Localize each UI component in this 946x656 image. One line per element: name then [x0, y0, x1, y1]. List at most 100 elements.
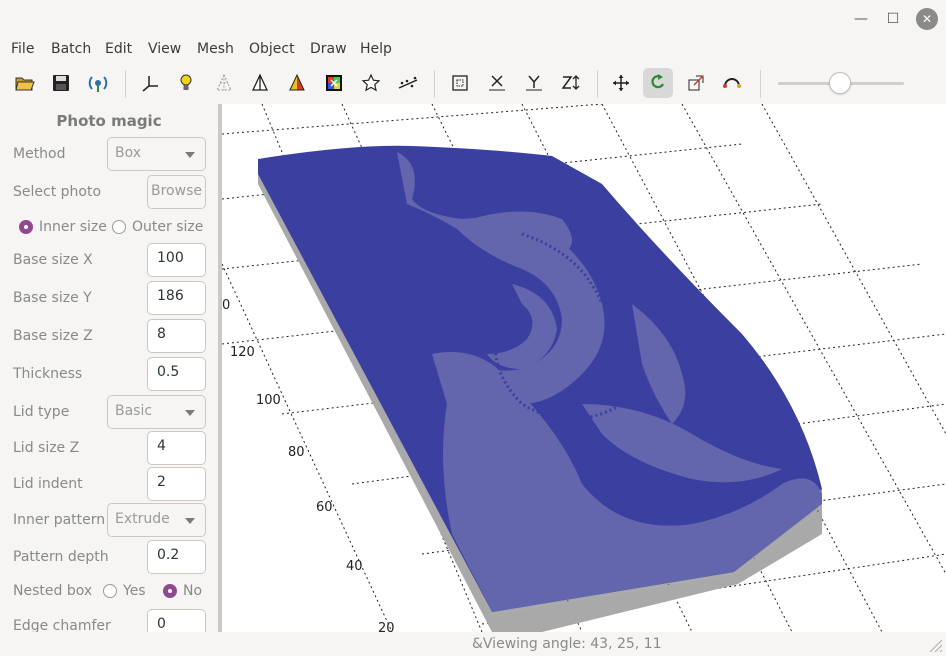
status-bar: &Viewing angle: 43, 25, 11: [0, 632, 946, 656]
network-button[interactable]: [83, 68, 113, 98]
minimize-button[interactable]: —: [850, 8, 872, 30]
axis-tick: 40: [346, 559, 363, 574]
minimize-icon: —: [854, 11, 868, 27]
menu-mesh[interactable]: Mesh: [197, 41, 234, 57]
lid-type-select[interactable]: Basic: [107, 395, 206, 429]
nested-yes-label: Yes: [123, 583, 146, 599]
base-z-field[interactable]: 8: [147, 319, 206, 353]
toolbar-separator: [434, 70, 435, 98]
scale-button[interactable]: [681, 68, 711, 98]
menu-help[interactable]: Help: [360, 41, 392, 57]
move-button[interactable]: [606, 68, 636, 98]
menu-bar: File Batch Edit View Mesh Object Draw He…: [0, 38, 946, 62]
scatter-icon: [398, 76, 418, 89]
nested-no-radio[interactable]: [163, 584, 177, 598]
axis-tick: 0: [222, 298, 230, 313]
lid-z-label: Lid size Z: [13, 440, 80, 456]
shaded-pyramid-icon: [251, 73, 269, 91]
thickness-label: Thickness: [13, 366, 83, 382]
3d-viewport[interactable]: 0 120 100 80 60 40 20: [222, 104, 946, 632]
photo-magic-panel: Photo magic Method Box Select photo Brow…: [0, 104, 218, 632]
menu-batch[interactable]: Batch: [51, 41, 91, 57]
axis-tick: 120: [230, 345, 255, 360]
save-icon: [53, 75, 69, 91]
method-label: Method: [13, 146, 66, 162]
light-button[interactable]: [171, 68, 201, 98]
axis-tick: 100: [256, 393, 281, 408]
pattern-depth-label: Pattern depth: [13, 549, 109, 565]
nested-box-label: Nested box: [13, 583, 93, 599]
inner-size-radio[interactable]: [19, 220, 33, 234]
star-button[interactable]: [356, 68, 386, 98]
edge-chamfer-field[interactable]: 0: [147, 609, 206, 632]
star-icon: [361, 73, 381, 92]
panel-title: Photo magic: [56, 112, 162, 130]
viewing-angle-status: &Viewing angle: 43, 25, 11: [472, 636, 662, 652]
lid-type-label: Lid type: [13, 404, 70, 420]
axis-y-icon: [526, 75, 542, 91]
nested-no-label: No: [183, 583, 203, 599]
axis-tick: 80: [288, 445, 305, 460]
menu-file[interactable]: File: [11, 41, 34, 57]
rotate-button[interactable]: [643, 68, 673, 98]
inner-size-label: Inner size: [39, 219, 107, 235]
method-select[interactable]: Box: [107, 137, 206, 171]
network-icon: [88, 76, 108, 92]
nested-yes-radio[interactable]: [103, 584, 117, 598]
menu-edit[interactable]: Edit: [105, 41, 132, 57]
scatter-button[interactable]: [393, 68, 423, 98]
base-x-field[interactable]: 100: [147, 243, 206, 277]
inner-pattern-value: Extrude: [115, 511, 170, 527]
resize-grip-icon[interactable]: [926, 636, 942, 652]
edge-chamfer-label: Edge chamfer: [13, 618, 111, 632]
lid-indent-field[interactable]: 2: [147, 467, 206, 501]
colored-pyramid-icon: [289, 73, 305, 91]
open-folder-icon: [15, 77, 35, 91]
zoom-slider-handle[interactable]: [829, 72, 851, 94]
chevron-down-icon: [185, 518, 195, 524]
save-button[interactable]: [46, 68, 76, 98]
outer-size-label: Outer size: [132, 219, 204, 235]
axis-z-icon: [561, 75, 580, 90]
color-button[interactable]: [319, 68, 349, 98]
base-x-label: Base size X: [13, 252, 93, 268]
view-angle-icon: [723, 78, 741, 88]
base-z-label: Base size Z: [13, 328, 93, 344]
axis-z-button[interactable]: [556, 68, 586, 98]
axis-tick: 60: [316, 500, 333, 515]
rotate-icon: [651, 74, 664, 89]
wireframe-button[interactable]: [209, 68, 239, 98]
axis-tick: 20: [378, 621, 395, 632]
chevron-down-icon: [185, 152, 195, 158]
lid-type-value: Basic: [115, 403, 153, 419]
menu-draw[interactable]: Draw: [310, 41, 347, 57]
title-bar: — ☐ ✕: [0, 0, 946, 38]
shaded-button[interactable]: [245, 68, 275, 98]
menu-view[interactable]: View: [148, 41, 181, 57]
base-y-label: Base size Y: [13, 290, 92, 306]
axes-button[interactable]: [135, 68, 165, 98]
bounding-box-button[interactable]: [445, 68, 475, 98]
pattern-depth-field[interactable]: 0.2: [147, 540, 206, 574]
inner-pattern-label: Inner pattern: [13, 512, 106, 528]
base-y-field[interactable]: 186: [147, 281, 206, 315]
inner-pattern-select[interactable]: Extrude: [107, 503, 206, 537]
open-button[interactable]: [10, 68, 40, 98]
viewport-canvas: 0 120 100 80 60 40 20: [222, 104, 946, 632]
axis-y-button[interactable]: [519, 68, 549, 98]
maximize-button[interactable]: ☐: [882, 8, 904, 30]
chevron-down-icon: [185, 410, 195, 416]
box-mesh: [258, 145, 822, 632]
axis-x-icon: [489, 75, 505, 91]
outer-size-radio[interactable]: [112, 220, 126, 234]
move-icon: [613, 75, 629, 91]
lid-z-field[interactable]: 4: [147, 431, 206, 465]
menu-object[interactable]: Object: [249, 41, 295, 57]
toolbar-separator: [597, 70, 598, 98]
close-button[interactable]: ✕: [916, 8, 938, 30]
thickness-field[interactable]: 0.5: [147, 357, 206, 391]
color-shaded-button[interactable]: [282, 68, 312, 98]
view-angle-button[interactable]: [717, 68, 747, 98]
axis-x-button[interactable]: [482, 68, 512, 98]
browse-button[interactable]: Browse: [147, 175, 206, 209]
